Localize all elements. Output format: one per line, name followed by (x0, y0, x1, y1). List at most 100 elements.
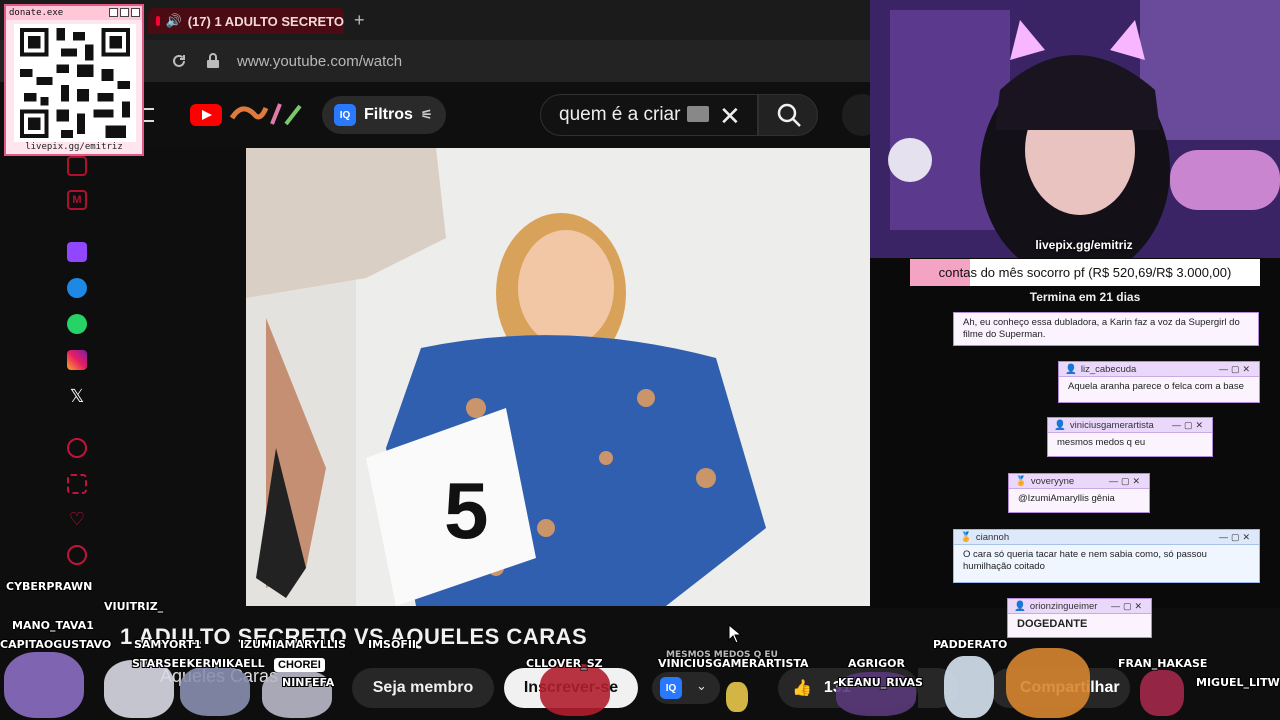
chat-username: ciannoh (975, 531, 1010, 543)
chatter-name: MANO_TAVA1 (12, 619, 94, 632)
chatter-name: NINFEFA (282, 676, 335, 689)
whatsapp-icon[interactable] (67, 314, 87, 334)
reload-icon[interactable] (170, 52, 188, 70)
url-text[interactable]: www.youtube.com/watch (237, 53, 402, 70)
lock-icon (207, 53, 219, 68)
window-controls: —▢✕ (1108, 475, 1143, 486)
chatter-name: PADDERATO (933, 638, 1008, 651)
chatter-name: IMSOFII (368, 638, 417, 651)
chatter-name: IZUMIAMARYLLIS (240, 638, 346, 651)
chat-message-text: Aquela aranha parece o felca com a base (1068, 381, 1244, 392)
tab-title: (17) 1 ADULTO SECRETO (187, 13, 344, 29)
chat-message-text: @IzumiAmaryllis gênia (1018, 493, 1115, 504)
chatter-bubble: MESMOS MEDOS Q EU (666, 650, 778, 660)
chat-message-text: O cara só queria tacar hate e nem sabia … (963, 549, 1207, 572)
search-input[interactable]: quem é a criar ✕ (540, 94, 758, 136)
chat-message: 👤 liz_cabecuda —▢✕ Aquela aranha parece o … (1058, 361, 1260, 403)
video-player[interactable]: 5 (246, 148, 870, 606)
donate-url: livepix.gg/emitriz (25, 142, 123, 152)
instagram-icon[interactable] (67, 350, 87, 370)
chatter-name: STARSEEKERMIKAELL (132, 657, 265, 670)
apps-grid-icon[interactable] (67, 474, 87, 494)
chat-username: viniciusgamerartista (1069, 419, 1154, 431)
webcam-scene (870, 0, 1280, 258)
heart-icon[interactable]: ♡ (67, 509, 87, 529)
m-app-icon[interactable]: M (67, 190, 87, 210)
chatter-sprite (1140, 670, 1184, 716)
qr-code-icon (14, 24, 136, 142)
window-controls: —▢✕ (1171, 419, 1206, 430)
search-icon (777, 103, 801, 127)
clear-search-icon[interactable]: ✕ (719, 101, 741, 132)
join-button[interactable]: Seja membro (352, 668, 494, 708)
iq-extension-button[interactable]: IQ ⌄ (652, 672, 720, 704)
chatter-sprite (4, 652, 84, 718)
chatter-name: CAPITAOGUSTAVO (0, 638, 112, 651)
window-controls: —▢✕ (1110, 600, 1145, 611)
goal-text: contas do mês socorro pf (R$ 520,69/R$ 3… (938, 265, 1232, 280)
new-tab-button[interactable]: + (354, 10, 365, 31)
chat-badge-icon: 🏅 (1015, 475, 1027, 487)
window-controls: —▢✕ (1218, 363, 1253, 374)
chat-user-icon: 👤 (1065, 363, 1077, 375)
clock-icon[interactable] (67, 545, 87, 565)
chat-badge-icon: 🏅 (960, 531, 972, 543)
youtube-favicon-icon (156, 16, 160, 26)
youtube-doodle-icon[interactable] (228, 98, 308, 130)
maximize-icon (120, 8, 129, 17)
library-icon[interactable] (67, 156, 87, 176)
chatter-bubble: CHOREI (274, 658, 325, 672)
chatter-name: CYBERPRAWN (6, 580, 93, 593)
chatter-name: KEANU_RIVAS (838, 676, 923, 689)
filters-button[interactable]: IQ Filtros ⚟ (322, 96, 446, 134)
thumbs-up-icon: 👍 (792, 680, 812, 697)
chatter-name: SAMYORT1 (134, 638, 202, 651)
chatter-name: MIGUEL_LITW (1196, 676, 1280, 689)
chatter-sprite (540, 664, 610, 716)
chatter-name: CLLOVER_SZ (526, 657, 603, 670)
browser-tab[interactable]: 🔊 (17) 1 ADULTO SECRETO (148, 8, 344, 34)
chevron-down-icon: ⌄ (696, 678, 707, 693)
play-circle-icon[interactable] (67, 438, 87, 458)
chatter-sprite (944, 656, 994, 718)
iq-extension-icon: IQ (334, 104, 356, 126)
close-icon (131, 8, 140, 17)
chat-username: liz_cabecuda (1080, 363, 1137, 375)
sliders-icon: ⚟ (420, 107, 433, 122)
webcam-caption: livepix.gg/emitriz (1035, 238, 1133, 252)
chatter-sprite (1006, 648, 1090, 718)
window-controls: —▢✕ (1218, 531, 1253, 542)
twitch-icon[interactable] (67, 242, 87, 262)
jersey-number: 5 (444, 466, 489, 555)
youtube-logo-icon[interactable] (190, 104, 222, 126)
chat-username: voveryyne (1030, 475, 1075, 487)
donate-window: donate.exe livepix.gg/emitriz (4, 4, 144, 156)
chatter-name: FRAN_HAKASE (1118, 657, 1208, 670)
donation-goal-bar: contas do mês socorro pf (R$ 520,69/R$ 3… (910, 259, 1260, 286)
chat-message-text: mesmos medos q eu (1057, 437, 1146, 448)
chat-message: 🏅 voveryyne —▢✕ @IzumiAmaryllis gênia (1008, 473, 1150, 513)
filters-label: Filtros (364, 106, 413, 123)
chat-message: 🏅 ciannoh —▢✕ O cara só queria tacar hate … (953, 529, 1260, 583)
video-frame: 5 (246, 148, 870, 606)
chat-message-text: Ah, eu conheço essa dubladora, a Karin f… (963, 317, 1240, 340)
chatter-sprite (726, 682, 748, 712)
goal-deadline: Termina em 21 dias (1029, 290, 1141, 304)
keyboard-icon[interactable] (687, 106, 709, 122)
chat-user-icon: 👤 (1014, 600, 1026, 612)
chatter-name: VIUITRIZ_ (104, 600, 164, 613)
search-button[interactable] (758, 94, 818, 136)
chat-username: orionzingueimer (1029, 600, 1098, 612)
window-controls (109, 8, 140, 17)
chat-user-icon: 👤 (1054, 419, 1066, 431)
chat-message-text: DOGEDANTE (1017, 618, 1088, 630)
search-query: quem é a criar (559, 104, 681, 125)
x-icon[interactable]: 𝕏 (67, 386, 87, 406)
speaker-icon[interactable]: 🔊 (166, 13, 182, 29)
chatter-name: AGRIGOR (848, 657, 905, 670)
messenger-icon[interactable] (67, 278, 87, 298)
mouse-cursor-icon (728, 624, 742, 644)
iq-icon: IQ (660, 677, 682, 699)
chat-message: 👤 viniciusgamerartista —▢✕ mesmos medos q … (1047, 417, 1213, 457)
minimize-icon (109, 8, 118, 17)
